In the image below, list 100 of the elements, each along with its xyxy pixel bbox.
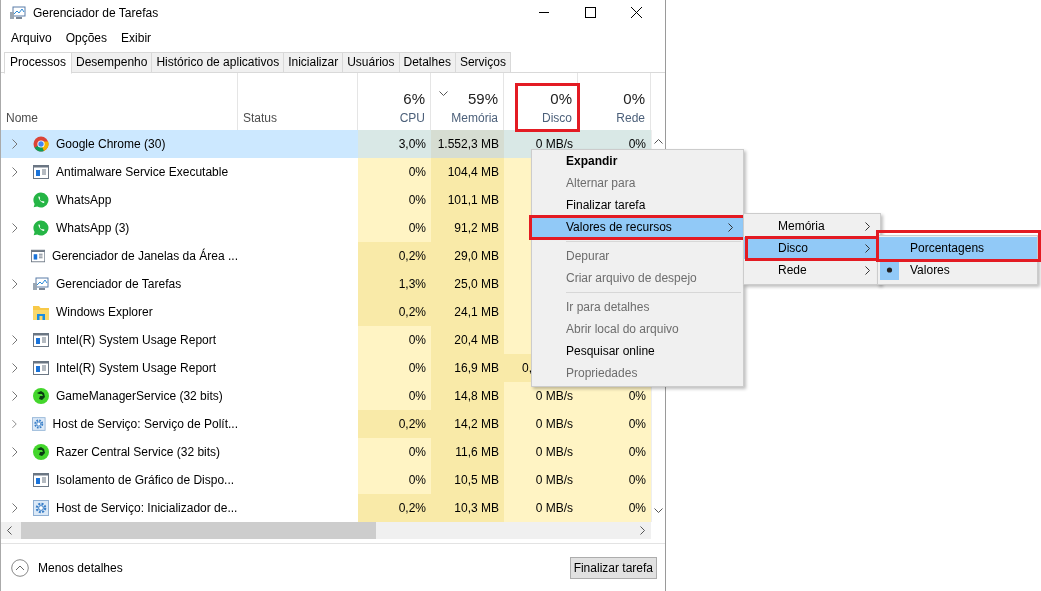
cpu-cell: 1,3%: [358, 270, 431, 298]
chat-bubble-icon: [33, 192, 49, 208]
process-name: Razer Central Service (32 bits): [56, 445, 221, 459]
chevron-icon[interactable]: [12, 279, 18, 289]
menu-item[interactable]: Valores de recursos: [532, 216, 743, 238]
end-task-button[interactable]: Finalizar tarefa: [569, 556, 657, 579]
cpu-cell: 0%: [358, 438, 431, 466]
scroll-right-icon[interactable]: [640, 526, 645, 535]
disk-cell: 0 MB/s: [504, 466, 578, 494]
memory-cell: 10,5 MB: [431, 466, 504, 494]
process-name: Gerenciador de Tarefas: [56, 277, 182, 291]
tab[interactable]: Desempenho: [72, 52, 153, 73]
cpu-cell: 0%: [358, 214, 431, 242]
menu-item[interactable]: Abrir local do arquivo: [532, 318, 743, 340]
chevron-icon[interactable]: [12, 363, 18, 373]
network-cell: 0%: [578, 466, 651, 494]
cpu-cell: 0%: [358, 158, 431, 186]
menu-item[interactable]: Opções: [65, 30, 108, 45]
process-name: GameManagerService (32 bits): [56, 389, 223, 403]
menu-item[interactable]: Valores: [878, 259, 1037, 281]
chevron-icon[interactable]: [12, 139, 18, 149]
network-cell: 0%: [578, 494, 651, 522]
process-name: Gerenciador de Janelas da Área ...: [51, 249, 238, 263]
menu-item[interactable]: Exibir: [121, 30, 152, 45]
tab[interactable]: Histórico de aplicativos: [152, 52, 285, 73]
cpu-cell: 0%: [358, 382, 431, 410]
horizontal-scrollbar[interactable]: [1, 522, 651, 539]
chevron-icon[interactable]: [12, 419, 18, 429]
memory-cell: 20,4 MB: [431, 326, 504, 354]
process-name: WhatsApp: [56, 193, 112, 207]
scroll-left-icon[interactable]: [7, 526, 12, 535]
tab[interactable]: Processos: [4, 52, 73, 74]
chevron-icon[interactable]: [12, 223, 18, 233]
chevron-icon[interactable]: [12, 503, 18, 513]
cpu-cell: 0%: [358, 326, 431, 354]
monitor-icon: [10, 5, 26, 20]
disk-value: 0,: [522, 361, 532, 375]
menu-item[interactable]: Memória: [744, 215, 880, 237]
menu-item[interactable]: Porcentagens: [878, 237, 1037, 259]
window-icon: [33, 473, 49, 487]
window-icon: [33, 361, 49, 375]
memory-cell: 104,4 MB: [431, 158, 504, 186]
process-name: Intel(R) System Usage Report: [56, 333, 217, 347]
memory-cell: 14,2 MB: [431, 410, 504, 438]
window-title: Gerenciador de Tarefas: [33, 5, 159, 20]
chevron-icon[interactable]: [12, 167, 18, 177]
cpu-cell: 0%: [358, 354, 431, 382]
cpu-cell: 0,2%: [358, 410, 431, 438]
network-cell: 0%: [578, 410, 651, 438]
window-icon: [33, 165, 49, 179]
menu-item[interactable]: Finalizar tarefa: [532, 194, 743, 216]
snake-logo-icon: [33, 388, 49, 404]
memory-cell: 16,9 MB: [431, 354, 504, 382]
chevron-icon[interactable]: [12, 447, 18, 457]
menu-item[interactable]: Pesquisar online: [532, 340, 743, 362]
snake-logo-icon: [33, 444, 49, 460]
memory-cell: 10,3 MB: [431, 494, 504, 522]
chevron-icon[interactable]: [12, 335, 18, 345]
link-label[interactable]: Menos detalhes: [38, 560, 123, 575]
tab[interactable]: Serviços: [455, 52, 511, 73]
menu-item[interactable]: Criar arquivo de despejo: [532, 267, 743, 289]
network-cell: 0%: [578, 438, 651, 466]
gear-icon: [33, 500, 49, 516]
chevron-icon[interactable]: [12, 391, 18, 401]
cpu-cell: 3,0%: [358, 130, 431, 158]
cpu-cell: 0,2%: [358, 494, 431, 522]
scrollbar-thumb[interactable]: [21, 522, 376, 539]
process-name: Antimalware Service Executable: [56, 165, 229, 179]
tab[interactable]: Usuários: [343, 52, 400, 73]
menu-item[interactable]: Alternar para: [532, 172, 743, 194]
gear-icon: [32, 416, 46, 432]
memory-cell: 14,8 MB: [431, 382, 504, 410]
memory-cell: 25,0 MB: [431, 270, 504, 298]
cpu-cell: 0,2%: [358, 298, 431, 326]
menu-item[interactable]: Arquivo: [11, 30, 52, 45]
window-icon: [33, 333, 49, 347]
collapse-circle-icon: [11, 558, 29, 577]
scroll-up-icon[interactable]: [654, 139, 663, 144]
cpu-cell: 0,2%: [358, 242, 431, 270]
process-name: Host de Serviço: Inicializador de...: [56, 501, 238, 515]
process-name: Host de Serviço: Serviço de Polít...: [52, 417, 238, 431]
menu-item[interactable]: Propriedades: [532, 362, 743, 384]
fewer-details-link[interactable]: Menos detalhes: [11, 558, 123, 577]
chat-bubble-icon: [33, 220, 49, 236]
process-name: Google Chrome (30): [56, 137, 166, 151]
cpu-cell: 0%: [358, 466, 431, 494]
window-icon: [30, 249, 45, 263]
menu-item[interactable]: Depurar: [532, 245, 743, 267]
scroll-down-icon[interactable]: [654, 508, 663, 513]
memory-cell: 101,1 MB: [431, 186, 504, 214]
disk-cell: 0 MB/s: [504, 410, 578, 438]
tab[interactable]: Detalhes: [399, 52, 456, 73]
menu-item[interactable]: Ir para detalhes: [532, 296, 743, 318]
folder-icon: [33, 304, 49, 320]
tab[interactable]: Inicializar: [284, 52, 344, 73]
menu-item[interactable]: Rede: [744, 259, 880, 281]
memory-cell: 29,0 MB: [431, 242, 504, 270]
disk-cell: 0 MB/s: [504, 438, 578, 466]
process-name: Isolamento de Gráfico de Dispo...: [56, 473, 235, 487]
memory-cell: 1.552,3 MB: [431, 130, 504, 158]
